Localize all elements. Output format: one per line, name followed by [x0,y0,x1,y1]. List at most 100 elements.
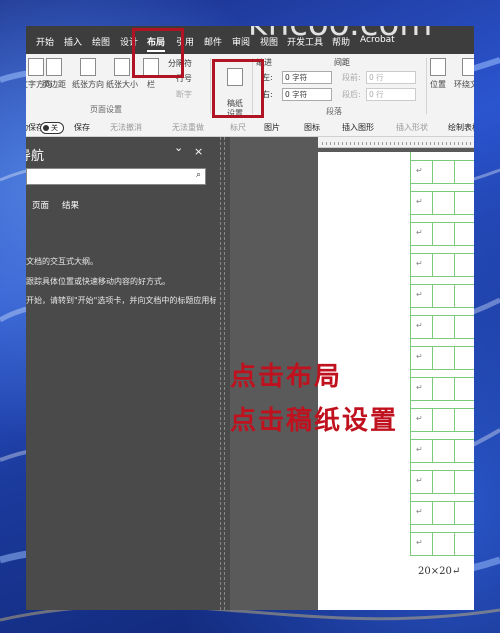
ruler-tick [466,142,467,145]
grid-size-note: 20×20↵ [418,566,461,577]
paragraph-mark: ↵ [416,321,423,330]
insert-shape-button[interactable]: 插入形状 [396,122,428,133]
ruler-tick [418,142,419,145]
tab-pages[interactable]: 页面 [32,199,49,211]
ruler-tick [366,142,367,145]
grid-cell-divider [454,409,455,431]
ruler-tick [322,142,323,145]
save-button[interactable]: 保存 [74,122,90,133]
grid-cell-divider [432,533,433,555]
nav-help-text: 跟踪具体位置或快速移动内容的好方式。 [26,277,170,286]
ruler-tick [414,142,415,145]
ruler-tick [446,142,447,145]
insert-graphic-button[interactable]: 插入图形 [342,122,374,133]
orientation-icon [80,58,96,76]
ruler-tick [410,142,411,145]
paragraph-mark: ↵ [416,538,423,547]
site-watermark: khcoo.com [248,26,432,44]
grid-paper-row: ↵ [410,408,474,432]
ruler-tick [326,142,327,145]
tab-results[interactable]: 结果 [62,199,79,211]
ruler-tick [346,142,347,145]
margins-button[interactable]: 页边距 [42,58,66,90]
ruler-tick [438,142,439,145]
grid-cell-divider [454,223,455,245]
tab-mailings[interactable]: 邮件 [204,35,222,48]
grid-paper-row: ↵ [410,532,474,556]
indent-right-input[interactable]: 0 字符 [282,88,332,101]
ruler-tick [470,142,471,145]
grid-cell-divider [454,161,455,183]
ruler-tick [442,142,443,145]
redo-button[interactable]: 无法重做 [172,122,204,133]
autosave-state: 关 [51,124,58,132]
grid-paper-row: ↵ [410,315,474,339]
hyphenation-button[interactable]: 断字 [176,89,192,100]
orientation-button[interactable]: 纸张方向 [72,58,104,90]
tab-home[interactable]: 开始 [36,35,54,48]
wrap-text-button[interactable]: 环绕文字 [454,58,474,90]
spacing-before-input[interactable]: 0 行 [366,71,416,84]
grid-cell-divider [432,192,433,214]
ruler-tick [358,142,359,145]
columns-label: 栏 [147,80,155,89]
grid-cell-divider [432,378,433,400]
ruler-tick [330,142,331,145]
grid-cell-divider [432,502,433,524]
ruler-tick [390,142,391,145]
tab-insert[interactable]: 插入 [64,35,82,48]
grid-paper-row: ↵ [410,191,474,215]
spacing-after-label: 段后: [342,90,361,99]
grid-paper-row: ↵ [410,253,474,277]
picture-button[interactable]: 图片 [264,122,280,133]
paragraph-group-label: 段落 [326,107,342,116]
page-size-icon [114,58,130,76]
indent-left-input[interactable]: 0 字符 [282,71,332,84]
grid-cell-divider [454,285,455,307]
position-label: 位置 [430,80,446,89]
group-separator [210,58,211,114]
navigation-pane-title: 导航 [26,149,45,164]
grid-cell-divider [432,440,433,462]
grid-cell-divider [454,533,455,555]
grid-paper-row: ↵ [410,284,474,308]
grid-cell-divider [432,316,433,338]
ruler-tick [378,142,379,145]
grid-cell-divider [432,223,433,245]
page-setup-group-label: 页面设置 [90,105,122,114]
grid-cell-divider [432,347,433,369]
ruler-tick [386,142,387,145]
spacing-before-label: 段前: [342,73,361,82]
paragraph-mark: ↵ [416,228,423,237]
spacing-after-input[interactable]: 0 行 [366,88,416,101]
tab-draw[interactable]: 绘图 [92,35,110,48]
chevron-down-icon[interactable]: ⌄ [174,141,183,154]
ruler-tick [422,142,423,145]
pane-splitter[interactable] [216,137,230,610]
navigation-pane: 导航 ⌄ × ⌕ 页面 结果 文档的交互式大纲。 跟踪具体位置或快速移动内容的好… [26,137,225,610]
horizontal-ruler[interactable] [318,137,474,148]
position-button[interactable]: 位置 [430,58,446,90]
grid-cell-divider [432,409,433,431]
ruler-tick [370,142,371,145]
ruler-tick [450,142,451,145]
ruler-tick [458,142,459,145]
margins-icon [46,58,62,76]
quick-access-toolbar: 自动保存 关 保存 无法撤消 无法重做 标尺 图片 图标 插入图形 插入形状 绘… [26,118,474,136]
close-icon[interactable]: × [194,145,203,158]
grid-cell-divider [454,471,455,493]
ruler-tick [462,142,463,145]
annotation-click-layout: 点击布局 [230,362,343,392]
grid-cell-divider [454,254,455,276]
navigation-search-input[interactable]: ⌕ [26,168,206,185]
annotation-click-grid-paper: 点击稿纸设置 [230,406,399,436]
paragraph-mark: ↵ [416,290,423,299]
ruler-tick [406,142,407,145]
margins-label: 页边距 [42,80,66,89]
word-window: 开始 插入 绘图 设计 布局 引用 邮件 审阅 视图 开发工具 帮助 Acrob… [26,26,474,610]
draw-table-button[interactable]: 绘制表格 [448,122,474,133]
ruler-checkbox[interactable]: 标尺 [230,122,246,133]
icons-button[interactable]: 图标 [304,122,320,133]
undo-button[interactable]: 无法撤消 [110,122,142,133]
paragraph-mark: ↵ [416,352,423,361]
